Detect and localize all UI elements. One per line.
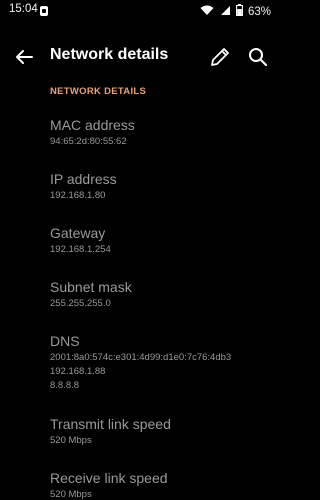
item-label: DNS [50,333,80,349]
item-label: MAC address [50,117,135,133]
item-label: Gateway [50,225,106,241]
section-header: NETWORK DETAILS [50,86,147,97]
item-value: 520 Mbps [50,489,92,500]
mac-address-item[interactable]: MAC address 94:65:2d:80:55:62 [50,116,275,148]
battery-icon [236,3,243,21]
pencil-icon[interactable] [208,45,232,69]
battery-percentage: 63% [247,6,271,18]
item-value: 8.8.8.8 [50,380,80,391]
item-value: 520 Mbps [50,435,92,446]
network-details-screen: 15:04 63% Network details NETWORK DETAIL… [0,0,281,500]
subnet-mask-item[interactable]: Subnet mask 255.255.255.0 [50,278,275,310]
ip-address-item[interactable]: IP address 192.168.1.80 [50,170,275,202]
status-time: 15:04 [9,3,38,15]
status-bar: 15:04 63% [0,0,281,22]
search-icon[interactable] [246,45,270,69]
item-label: IP address [50,171,117,187]
item-value: 192.168.1.88 [50,366,106,377]
back-arrow-icon[interactable] [12,45,36,69]
item-value: 2001:8a0:574c:e301:4d99:d1e0:7c76:4db3 [50,352,232,363]
status-icons: 63% [200,3,271,21]
item-label: Subnet mask [50,279,132,295]
transmit-link-speed-item[interactable]: Transmit link speed 520 Mbps [50,415,275,447]
receive-link-speed-item[interactable]: Receive link speed 520 Mbps [50,469,275,500]
item-value: 255.255.255.0 [50,298,111,309]
item-value: 192.168.1.80 [50,190,106,201]
item-value: 94:65:2d:80:55:62 [50,136,127,147]
notification-icon [39,4,49,16]
item-label: Transmit link speed [50,416,171,432]
page-title: Network details [50,46,169,63]
item-value: 192.168.1.254 [50,244,111,255]
signal-icon [219,3,231,21]
gateway-item[interactable]: Gateway 192.168.1.254 [50,224,275,256]
item-label: Receive link speed [50,470,168,486]
dns-item[interactable]: DNS 2001:8a0:574c:e301:4d99:d1e0:7c76:4d… [50,332,275,392]
wifi-icon [200,3,214,21]
app-bar: Network details [0,36,281,78]
